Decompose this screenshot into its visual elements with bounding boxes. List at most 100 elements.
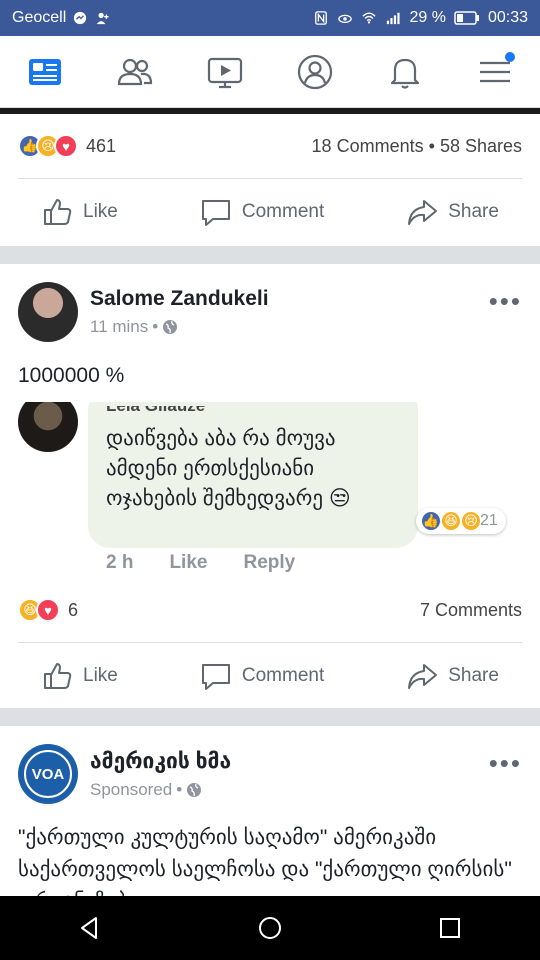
notifications-tab[interactable] <box>375 42 435 102</box>
battery-icon <box>454 11 479 25</box>
post-card-sponsored: VOA ამერიკის ხმა Sponsored • ••• "ქართულ… <box>0 726 540 896</box>
nfc-icon <box>315 11 328 25</box>
friends-icon <box>117 58 153 85</box>
signal-icon <box>387 12 401 25</box>
reactions-summary[interactable]: 😆 ♥ 6 7 Comments <box>0 578 540 642</box>
wifi-icon <box>362 12 377 24</box>
share-button[interactable]: Share <box>406 660 499 692</box>
like-reaction-icon: 👍 <box>420 510 442 532</box>
user-add-icon <box>97 12 109 25</box>
globe-icon <box>187 782 202 797</box>
post-header: Salome Zandukeli 11 mins • ••• <box>0 264 540 342</box>
comment-reactions: 👍 😆 😢 21 <box>416 508 506 534</box>
comment-reaction-count: 21 <box>480 512 498 529</box>
post-actions: Like Comment Share <box>0 643 540 709</box>
shares-count[interactable]: 58 Shares <box>440 136 522 156</box>
author-name[interactable]: ამერიკის ხმა <box>90 749 231 774</box>
voa-logo: VOA <box>20 746 76 802</box>
comment-button[interactable]: Comment <box>200 196 324 228</box>
comment-icon <box>201 664 230 690</box>
comments-count[interactable]: 7 Comments <box>420 600 522 621</box>
bell-icon <box>390 58 420 89</box>
post-time[interactable]: 11 mins <box>90 317 148 337</box>
share-icon <box>408 200 438 225</box>
friends-tab[interactable] <box>105 42 165 102</box>
share-label: Share <box>448 665 499 686</box>
battery-percent: 29 % <box>409 9 446 26</box>
post-actions: Like Comment Share <box>0 179 540 245</box>
stats-separator: • <box>428 135 435 156</box>
sad-reaction-icon: 😢 <box>460 510 482 532</box>
embedded-comment-screenshot: Leia Gilauze დაიწვება აბა რა მოუვა ამდენ… <box>0 402 540 578</box>
share-icon <box>408 664 438 689</box>
reaction-count: 6 <box>68 599 79 620</box>
comment-author: Leia Gilauze <box>106 406 400 416</box>
reaction-icons: 👍 😢 ♥ <box>18 134 78 158</box>
haha-reaction-icon: 😆 <box>440 510 462 532</box>
eye-icon <box>338 14 353 24</box>
profile-tab[interactable] <box>285 42 345 102</box>
thumbs-up-icon <box>44 663 72 689</box>
meta-separator: • <box>176 779 183 799</box>
comment-label: Comment <box>241 665 325 686</box>
post-card-previous: 👍 😢 ♥ 461 18 Comments • 58 Shares Like C… <box>0 108 540 246</box>
reactions-summary[interactable]: 👍 😢 ♥ 461 18 Comments • 58 Shares <box>0 114 540 178</box>
comment-meta: 2 h Like Reply <box>106 552 295 574</box>
comments-shares-stats[interactable]: 18 Comments • 58 Shares <box>312 136 522 157</box>
back-icon[interactable] <box>76 914 104 942</box>
menu-notification-dot <box>505 51 515 62</box>
comment-label: Comment <box>241 201 325 222</box>
sponsored-label: Sponsored <box>90 779 173 799</box>
menu-tab[interactable] <box>465 42 525 102</box>
post-header: VOA ამერიკის ხმა Sponsored • ••• <box>0 726 540 804</box>
post-card-salome: Salome Zandukeli 11 mins • ••• 1000000 %… <box>0 264 540 708</box>
comment-reply: Reply <box>243 552 296 573</box>
recents-icon[interactable] <box>436 914 464 942</box>
home-icon[interactable] <box>256 914 284 942</box>
like-button[interactable]: Like <box>41 660 118 692</box>
status-bar: Geocell 29 % 00:33 <box>0 0 540 36</box>
post-meta: 11 mins • <box>90 317 269 337</box>
system-nav-bar <box>0 896 540 960</box>
comment-icon <box>201 200 230 226</box>
messenger-icon <box>74 11 87 25</box>
post-text: 1000000 % <box>18 364 125 387</box>
like-label: Like <box>83 201 118 222</box>
comment-like: Like <box>169 552 208 573</box>
author-name[interactable]: Salome Zandukeli <box>90 287 269 311</box>
comment-text: დაიწვება აბა რა მოუვა ამდენი ერთსქესიანი… <box>106 427 351 510</box>
comment-time: 2 h <box>106 552 134 573</box>
voa-logo-avatar[interactable]: VOA <box>18 744 78 804</box>
author-block: Salome Zandukeli 11 mins • <box>90 287 269 337</box>
news-feed-icon <box>29 58 61 85</box>
clock: 00:33 <box>487 9 528 26</box>
more-options-button[interactable]: ••• <box>489 286 522 317</box>
reaction-count: 461 <box>86 135 117 156</box>
more-options-button[interactable]: ••• <box>489 748 522 779</box>
comment-button[interactable]: Comment <box>200 660 324 692</box>
thumbs-up-icon <box>44 199 72 225</box>
globe-icon <box>163 320 178 334</box>
author-block: ამერიკის ხმა Sponsored • <box>90 749 231 800</box>
love-reaction-icon: ♥ <box>36 598 60 622</box>
voa-logo-text: VOA <box>32 766 65 783</box>
like-label: Like <box>83 665 118 686</box>
post-meta: Sponsored • <box>90 780 231 800</box>
like-button[interactable]: Like <box>41 196 118 228</box>
watch-tab[interactable] <box>195 42 255 102</box>
top-nav-bar <box>0 36 540 108</box>
video-icon <box>207 57 243 88</box>
love-reaction-icon: ♥ <box>54 134 78 158</box>
comment-bubble: Leia Gilauze დაიწვება აბა რა მოუვა ამდენ… <box>88 402 418 548</box>
carrier-name: Geocell <box>12 9 67 26</box>
avatar[interactable] <box>18 282 78 342</box>
comment-avatar <box>18 402 78 452</box>
share-label: Share <box>448 201 499 222</box>
profile-icon <box>297 54 333 89</box>
share-button[interactable]: Share <box>406 196 499 228</box>
comments-count[interactable]: 18 Comments <box>312 136 424 156</box>
post-text: "ქართული კულტურის საღამო" ამერიკაში საქა… <box>18 826 512 896</box>
meta-separator: • <box>152 317 159 336</box>
reaction-icons: 😆 ♥ <box>18 598 60 622</box>
news-feed-tab[interactable] <box>15 42 75 102</box>
